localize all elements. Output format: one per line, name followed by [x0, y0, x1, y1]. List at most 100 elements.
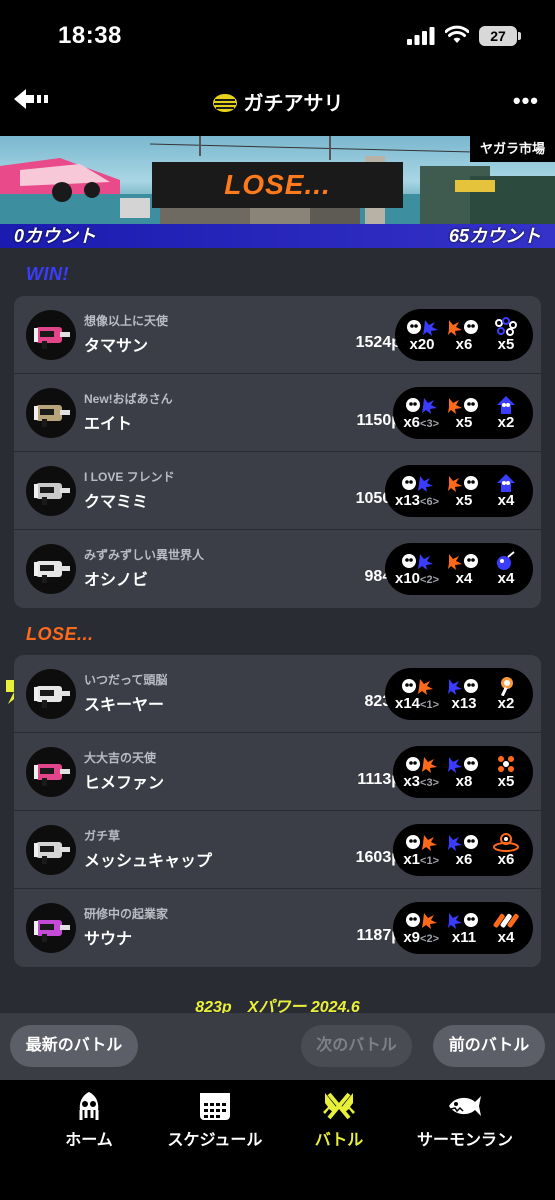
page-title-text: ガチアサリ [243, 93, 344, 115]
special-count: x2 [497, 414, 515, 431]
tab-schedule[interactable]: スケジュール [150, 1090, 280, 1150]
assist-count: <3> [420, 417, 439, 430]
tab-home[interactable]: ホーム [24, 1090, 154, 1150]
player-row[interactable]: 想像以上に天使 タマサン 1524p x20 x6 x5 [14, 296, 541, 374]
kill-icon [406, 756, 438, 773]
player-title: I LOVE フレンド [84, 470, 175, 484]
tab-battle[interactable]: バトル [274, 1090, 404, 1150]
player-row[interactable]: New!おばあさん エイト 1150p x6<3> x5 x2 [14, 374, 541, 452]
player-stats: x3<3> x8 x5 [393, 746, 533, 798]
battery-indicator: 27 [479, 26, 521, 46]
player-row[interactable]: 研修中の起業家 サウナ 1187p x9<2> x11 x4 [14, 889, 541, 967]
battle-detail[interactable]: WIN! 想像以上に天使 タマサン 1524p x20 x6 x5 New!おば… [0, 248, 555, 1080]
kill-count: x6 [403, 413, 421, 431]
death-stat: x6 [447, 832, 481, 868]
kill-count: x13 [395, 491, 421, 509]
player-name: エイト [84, 416, 133, 433]
player-row[interactable]: I LOVE フレンド クマミミ 1050p x13<6> x5 x4 [14, 452, 541, 530]
player-row[interactable]: 大大吉の天使 ヒメファン 1113p x3<3> x8 x5 [14, 733, 541, 811]
clam-blitz-icon [212, 94, 237, 112]
player-title: 研修中の起業家 [84, 907, 169, 921]
special-stat: x2 [489, 395, 523, 431]
special-count: x5 [497, 336, 515, 353]
special-icon-target [493, 833, 519, 852]
player-name: クマミミ [84, 494, 149, 511]
death-stat: x5 [447, 395, 481, 431]
player-row[interactable]: いつだって頭脳 スキーヤー 823p x14<1> x13 x2 [14, 655, 541, 733]
tab-salmon-run[interactable]: サーモンラン [400, 1090, 530, 1150]
next-battle-button[interactable]: 次のバトル [301, 1025, 412, 1067]
player-title: いつだって頭脳 [84, 673, 168, 687]
death-stat: x4 [447, 551, 481, 587]
kill-stat: x9<2> [403, 910, 439, 947]
calendar-icon [200, 1093, 230, 1120]
death-count: x13 [451, 695, 477, 712]
kill-count: x14 [395, 694, 421, 712]
death-stat: x11 [447, 910, 481, 946]
kill-count: x10 [395, 569, 421, 587]
win-section-label: WIN! [26, 264, 69, 284]
kill-icon [406, 834, 438, 851]
player-stats: x14<1> x13 x2 [385, 668, 533, 720]
special-stat: x2 [489, 676, 523, 712]
special-icon-squid-blue [497, 474, 515, 492]
player-stats: x20 x6 x5 [395, 309, 533, 361]
weapon-badge [26, 903, 76, 953]
assist-count: <1> [420, 854, 439, 867]
kill-icon [406, 397, 438, 414]
tab-home-label: ホーム [65, 1132, 113, 1149]
death-icon [448, 398, 478, 414]
death-icon [448, 476, 478, 492]
battle-icon [323, 1092, 355, 1120]
previous-battle-button[interactable]: 前のバトル [433, 1025, 545, 1067]
death-stat: x5 [447, 473, 481, 509]
special-count: x4 [497, 570, 515, 587]
stage-banner: ヤガラ市場 LOSE... 0カウント 65カウント [0, 136, 555, 248]
player-name: ヒメファン [84, 775, 165, 792]
kill-icon [402, 678, 433, 695]
weapon-icon [34, 327, 70, 349]
death-count: x6 [455, 336, 473, 353]
weapon-badge [26, 466, 76, 516]
more-options-button[interactable]: ••• [513, 88, 539, 114]
kill-icon [402, 475, 433, 492]
latest-battle-button[interactable]: 最新のバトル [10, 1025, 138, 1067]
win-team-panel: 想像以上に天使 タマサン 1524p x20 x6 x5 New!おばあさん エ… [14, 296, 541, 608]
kill-icon [402, 553, 433, 570]
player-name: スキーヤー [84, 697, 165, 714]
special-stat: x4 [489, 551, 523, 587]
kill-stat: x14<1> [395, 676, 439, 713]
death-count: x11 [451, 929, 477, 946]
team-count-win: 0カウント [14, 226, 97, 246]
page-title: ガチアサリ [0, 87, 555, 116]
death-icon [448, 835, 478, 851]
cellular-signal-icon [407, 27, 435, 45]
assist-count: <3> [420, 776, 439, 789]
player-name: タマサン [84, 338, 149, 355]
kill-stat: x10<2> [395, 551, 439, 588]
battle-navigation: 最新のバトル 次のバトル 前のバトル [0, 1013, 555, 1080]
special-icon-hammer [500, 677, 513, 696]
death-icon [448, 757, 478, 773]
wifi-icon [445, 25, 469, 43]
player-row[interactable]: みずみずしい異世界人 オシノビ 984p x10<2> x4 x4 [14, 530, 541, 608]
app-header: ガチアサリ ••• [0, 74, 555, 136]
player-row[interactable]: ガチ草 メッシュキャップ 1603p x1<1> x6 x6 [14, 811, 541, 889]
weapon-icon [34, 842, 70, 864]
special-icon-dots-orange [498, 756, 514, 772]
kill-count: x3 [403, 772, 421, 790]
weapon-badge [26, 544, 76, 594]
kill-count: x9 [403, 928, 421, 946]
assist-count: <2> [420, 932, 439, 945]
kill-stat: x6<3> [403, 395, 439, 432]
death-icon [448, 913, 478, 929]
weapon-badge [26, 310, 76, 360]
kill-stat: x20 [405, 317, 439, 353]
assist-count: <6> [420, 495, 439, 508]
death-icon [448, 320, 478, 336]
player-title: 大大吉の天使 [84, 751, 157, 765]
death-count: x5 [455, 492, 473, 509]
lose-section-label: LOSE... [26, 624, 94, 644]
special-count: x6 [497, 851, 515, 868]
tab-bar: ホーム スケジュール バトル サーモンラン [0, 1080, 555, 1200]
